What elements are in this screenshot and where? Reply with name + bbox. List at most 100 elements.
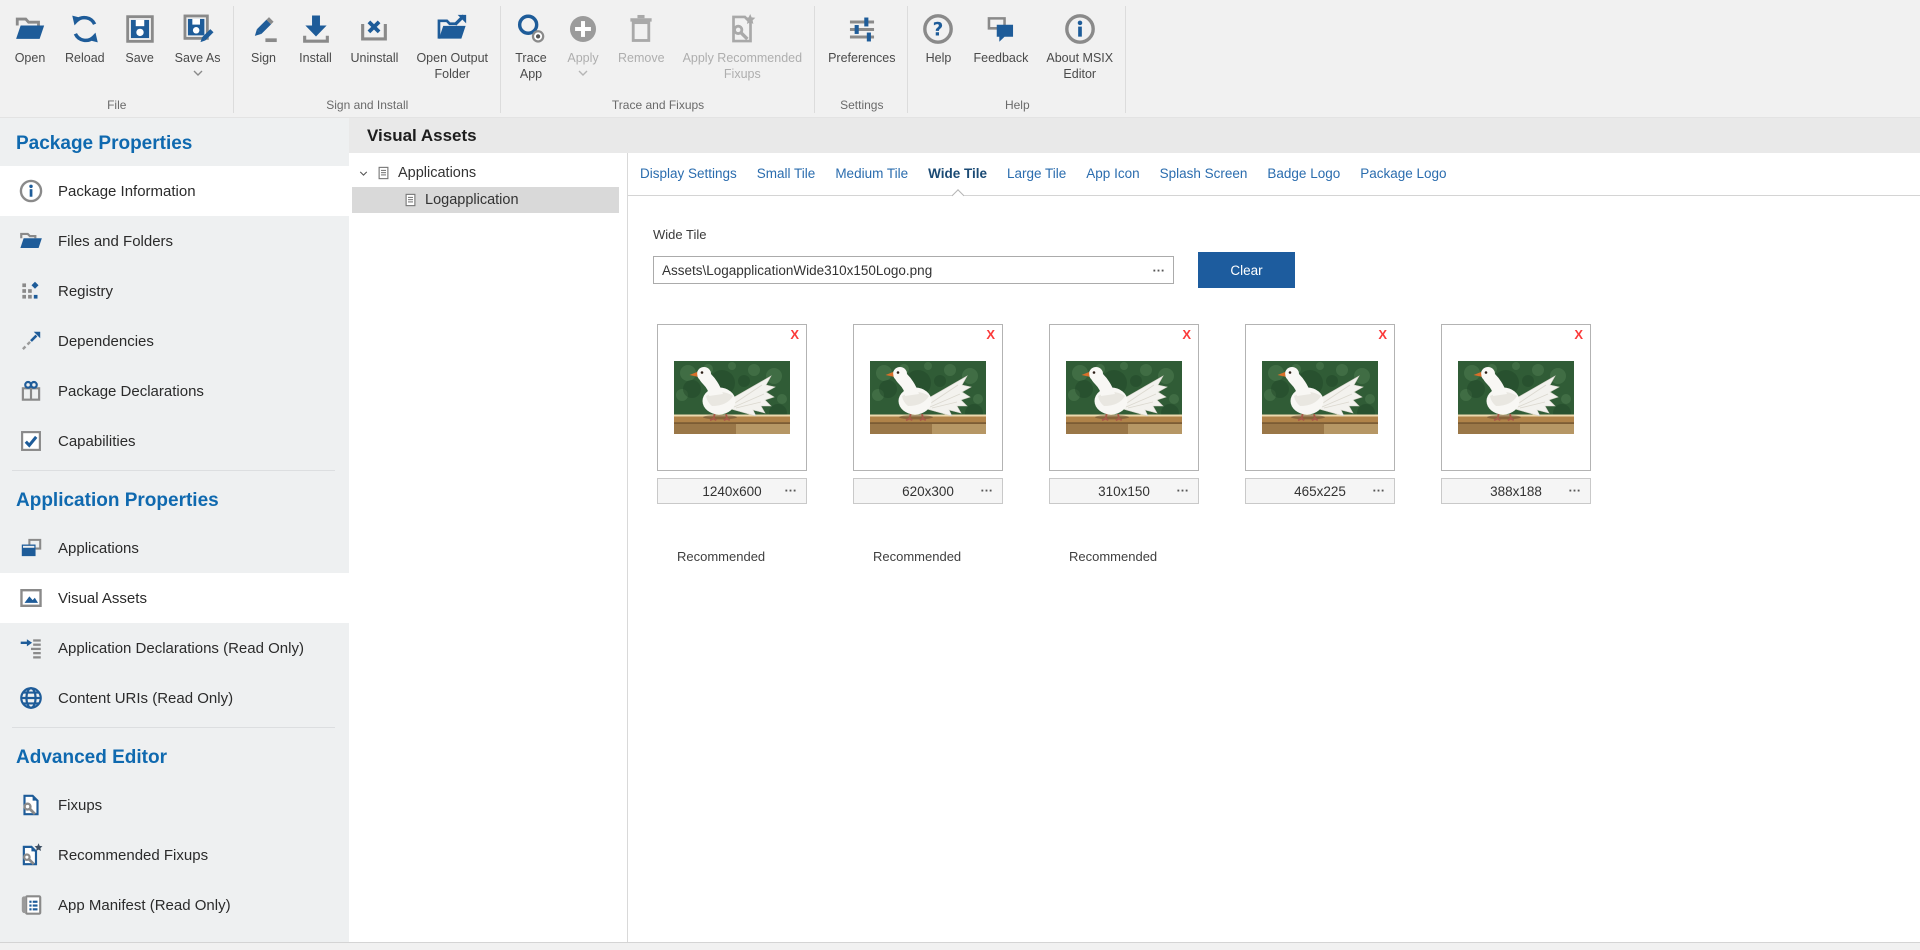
ribbon-button-preferences[interactable]: Preferences <box>819 4 904 67</box>
sidebar-item-application-declarations-read-only[interactable]: Application Declarations (Read Only) <box>0 623 349 673</box>
ribbon-button-row: ?HelpFeedbackAbout MSIX Editor <box>912 4 1122 98</box>
more-options-icon[interactable]: … <box>1568 480 1582 495</box>
ribbon-button-open-output-folder[interactable]: Open Output Folder <box>407 4 497 82</box>
tab-wide-tile[interactable]: Wide Tile <box>918 153 997 195</box>
clear-button[interactable]: Clear <box>1198 252 1295 288</box>
tab-badge-logo[interactable]: Badge Logo <box>1257 153 1350 195</box>
ribbon-button-open[interactable]: Open <box>4 4 56 67</box>
gift-icon <box>18 378 44 404</box>
sidebar-item-applications[interactable]: Applications <box>0 523 349 573</box>
trace-app-icon <box>514 9 548 49</box>
ribbon-button-row: Preferences <box>819 4 904 98</box>
remove-asset-button[interactable]: X <box>986 327 995 342</box>
asset-size-value: 388x188 <box>1490 484 1542 499</box>
sign-pencil-icon <box>247 9 281 49</box>
ribbon-button-sign[interactable]: Sign <box>238 4 290 67</box>
ribbon-button-label: Preferences <box>828 51 895 67</box>
ribbon-button-trace-app[interactable]: Trace App <box>505 4 557 82</box>
more-options-icon[interactable]: … <box>980 480 994 495</box>
tree-node-applications[interactable]: Applications <box>349 160 627 186</box>
asset-column: X 388x188 … <box>1441 324 1591 564</box>
sidebar-item-registry[interactable]: Registry <box>0 266 349 316</box>
remove-asset-button[interactable]: X <box>1574 327 1583 342</box>
browse-ellipsis-button[interactable]: … <box>1152 259 1166 274</box>
sidebar-item-capabilities[interactable]: Capabilities <box>0 416 349 466</box>
ribbon-button-save-as[interactable]: Save As <box>166 4 230 76</box>
tab-large-tile[interactable]: Large Tile <box>997 153 1076 195</box>
sidebar-item-content-uris-read-only[interactable]: Content URIs (Read Only) <box>0 673 349 723</box>
ribbon-button-label: Install <box>299 51 332 67</box>
tab-app-icon[interactable]: App Icon <box>1076 153 1149 195</box>
sidebar-item-app-manifest-read-only[interactable]: App Manifest (Read Only) <box>0 880 349 930</box>
asset-size-value: 620x300 <box>902 484 954 499</box>
dove-tile-image <box>674 361 790 434</box>
asset-card: X <box>853 324 1003 471</box>
tree-node-logapplication[interactable]: Logapplication <box>352 187 619 213</box>
tree-node-label: Applications <box>398 165 476 181</box>
fixup-star-icon <box>18 842 44 868</box>
sidebar-item-files-and-folders[interactable]: Files and Folders <box>0 216 349 266</box>
more-options-icon[interactable]: … <box>1372 480 1386 495</box>
tab-splash-screen[interactable]: Splash Screen <box>1150 153 1258 195</box>
sidebar-item-package-information[interactable]: Package Information <box>0 166 349 216</box>
ribbon-group-label: File <box>4 98 230 117</box>
asset-size-input[interactable]: 310x150… <box>1049 478 1199 504</box>
ribbon-button-install[interactable]: Install <box>290 4 342 67</box>
ribbon-group-trace-and-fixups: Trace AppApplyRemoveApply Recommended Fi… <box>501 0 815 117</box>
path-value: Assets\LogapplicationWide310x150Logo.png <box>662 263 932 278</box>
ribbon-button-uninstall[interactable]: Uninstall <box>342 4 408 67</box>
tab-medium-tile[interactable]: Medium Tile <box>825 153 918 195</box>
ribbon-button-about-msix-editor[interactable]: About MSIX Editor <box>1037 4 1122 82</box>
manifest-icon <box>18 892 44 918</box>
ribbon-button-row: Trace AppApplyRemoveApply Recommended Fi… <box>505 4 811 98</box>
chevron-down-icon[interactable] <box>357 167 371 180</box>
tab-display-settings[interactable]: Display Settings <box>630 153 747 195</box>
remove-asset-button[interactable]: X <box>790 327 799 342</box>
apply-icon <box>566 9 600 49</box>
ribbon-button-label: Reload <box>65 51 105 67</box>
asset-size-input[interactable]: 465x225… <box>1245 478 1395 504</box>
more-options-icon[interactable]: … <box>1176 480 1190 495</box>
asset-cards-row: X 1240x600…RecommendedX 620x300…Recommen… <box>657 324 1920 564</box>
wide-tile-path-input[interactable]: Assets\LogapplicationWide310x150Logo.png… <box>653 256 1174 284</box>
sidebar-item-visual-assets[interactable]: Visual Assets <box>0 573 349 623</box>
tab-small-tile[interactable]: Small Tile <box>747 153 826 195</box>
sidebar-item-label: Content URIs (Read Only) <box>58 690 233 707</box>
content-area: Visual Assets Applications Logapplication… <box>349 118 1920 942</box>
asset-card: X <box>1245 324 1395 471</box>
windows-icon <box>18 535 44 561</box>
ribbon-button-feedback[interactable]: Feedback <box>964 4 1037 67</box>
sidebar-section-header: Application Properties <box>0 475 349 523</box>
asset-card: X <box>657 324 807 471</box>
ribbon-button-save[interactable]: Save <box>114 4 166 67</box>
info-icon <box>18 178 44 204</box>
open-output-folder-icon <box>435 9 469 49</box>
tab-package-logo[interactable]: Package Logo <box>1350 153 1456 195</box>
ribbon-button-label: Open <box>15 51 46 67</box>
dove-tile-image <box>1458 361 1574 434</box>
more-options-icon[interactable]: … <box>784 480 798 495</box>
remove-asset-button[interactable]: X <box>1378 327 1387 342</box>
sidebar-item-label: Files and Folders <box>58 233 173 250</box>
svg-text:?: ? <box>933 20 944 41</box>
page-title: Visual Assets <box>367 126 477 146</box>
sidebar-item-dependencies[interactable]: Dependencies <box>0 316 349 366</box>
asset-size-input[interactable]: 388x188 … <box>1441 478 1591 504</box>
sidebar-item-label: Capabilities <box>58 433 136 450</box>
ribbon-button-help[interactable]: ?Help <box>912 4 964 67</box>
sidebar-item-label: Package Information <box>58 183 196 200</box>
sidebar-item-recommended-fixups[interactable]: Recommended Fixups <box>0 830 349 880</box>
window-bottom-edge <box>0 942 1920 950</box>
sidebar-section-divider <box>12 470 335 471</box>
asset-size-input[interactable]: 620x300 … <box>853 478 1003 504</box>
sidebar-item-label: Application Declarations (Read Only) <box>58 640 304 657</box>
sidebar-item-package-declarations[interactable]: Package Declarations <box>0 366 349 416</box>
about-icon <box>1063 9 1097 49</box>
remove-asset-button[interactable]: X <box>1182 327 1191 342</box>
registry-icon <box>18 278 44 304</box>
asset-size-input[interactable]: 1240x600… <box>657 478 807 504</box>
sidebar-item-fixups[interactable]: Fixups <box>0 780 349 830</box>
sidebar-item-label: Registry <box>58 283 113 300</box>
ribbon-button-reload[interactable]: Reload <box>56 4 114 67</box>
asset-column: X 1240x600…Recommended <box>657 324 807 564</box>
